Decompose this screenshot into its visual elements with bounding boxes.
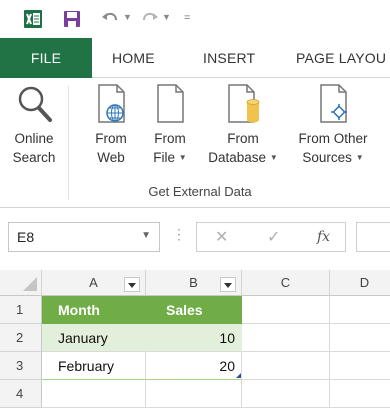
tab-file[interactable]: FILE xyxy=(0,38,92,78)
from-other-sources-label-1: From Other xyxy=(298,131,368,146)
table-resize-handle[interactable] xyxy=(236,373,241,378)
ribbon-panel: Online Search From Web From File ▼ From … xyxy=(0,78,390,208)
web-page-icon xyxy=(98,84,125,123)
from-file-label-2-wrap: File ▼ xyxy=(142,148,198,167)
cell-a4[interactable] xyxy=(42,380,146,408)
worksheet-grid: A B C D 1 2 3 4 Month Sales January 10 F… xyxy=(0,270,390,415)
redo-icon[interactable] xyxy=(140,8,160,28)
ribbon-group-label: Get External Data xyxy=(148,184,252,199)
table-cell-month[interactable]: January xyxy=(42,324,146,352)
name-box-dropdown-icon[interactable]: ▼ xyxy=(141,230,151,241)
table-header-month[interactable]: Month xyxy=(42,296,146,324)
database-icon xyxy=(228,84,260,123)
insert-function-button[interactable]: fx xyxy=(317,229,330,245)
online-search-label-1: Online xyxy=(14,131,54,146)
cell-d1[interactable] xyxy=(330,296,390,324)
file-icon xyxy=(157,84,184,123)
row-header-1[interactable]: 1 xyxy=(0,296,42,324)
redo-dropdown-icon[interactable]: ▼ xyxy=(162,12,171,22)
ribbon-separator xyxy=(68,86,69,200)
cell-c3[interactable] xyxy=(242,352,330,380)
ribbon-tabs: FILE HOME INSERT PAGE LAYOU xyxy=(0,38,390,78)
cell-d3[interactable] xyxy=(330,352,390,380)
quick-access-toolbar: ▼ ▼ = xyxy=(0,0,390,38)
table-cell-month[interactable]: February xyxy=(42,352,146,380)
chevron-down-icon: ▼ xyxy=(178,153,187,162)
table-cell-sales[interactable]: 20 xyxy=(146,352,242,380)
table-cell-sales[interactable]: 10 xyxy=(146,324,242,352)
from-web-label-2: Web xyxy=(97,150,125,165)
cell-c2[interactable] xyxy=(242,324,330,352)
enter-entry-button[interactable]: ✓ xyxy=(267,227,280,247)
save-icon[interactable] xyxy=(62,9,82,29)
row-header-2[interactable]: 2 xyxy=(0,324,42,352)
customize-toolbar-icon[interactable]: = xyxy=(184,12,190,24)
from-database-button[interactable]: From Database ▼ xyxy=(200,82,286,167)
from-web-label-1: From xyxy=(95,131,127,146)
table-header-sales[interactable]: Sales xyxy=(146,296,242,324)
from-database-label-2-wrap: Database ▼ xyxy=(200,148,286,167)
name-box[interactable]: E8 ▼ xyxy=(8,222,160,252)
column-header-c[interactable]: C xyxy=(242,270,330,296)
row-header-4[interactable]: 4 xyxy=(0,380,42,408)
chevron-down-icon: ▼ xyxy=(269,153,278,162)
tab-page-layout[interactable]: PAGE LAYOU xyxy=(296,50,386,66)
row-header-3[interactable]: 3 xyxy=(0,352,42,380)
name-box-value: E8 xyxy=(17,229,35,245)
from-database-label-2: Database xyxy=(208,150,267,165)
online-search-label-2: Search xyxy=(12,150,56,165)
from-database-label-1: From xyxy=(227,131,259,146)
select-all-button[interactable] xyxy=(0,270,42,296)
from-file-label-1: From xyxy=(154,131,186,146)
online-search-button[interactable]: Online Search xyxy=(8,82,60,167)
formula-bar-grip-icon[interactable]: ⋮ xyxy=(172,226,186,243)
cancel-entry-button[interactable]: ✕ xyxy=(215,227,228,247)
formula-buttons: ✕ ✓ fx xyxy=(196,222,346,252)
formula-bar: E8 ▼ ⋮ ✕ ✓ fx xyxy=(0,208,390,268)
cell-b4[interactable] xyxy=(146,380,242,408)
cell-d2[interactable] xyxy=(330,324,390,352)
from-other-sources-label-2: Sources xyxy=(302,150,352,165)
magnifier-icon xyxy=(18,86,52,122)
from-other-sources-label-2-wrap: Sources ▼ xyxy=(286,148,380,167)
tab-home[interactable]: HOME xyxy=(112,50,155,66)
formula-input[interactable] xyxy=(356,222,390,252)
cell-c1[interactable] xyxy=(242,296,330,324)
from-file-label-2: File xyxy=(153,150,176,165)
from-other-sources-button[interactable]: From Other Sources ▼ xyxy=(286,82,380,167)
select-all-triangle-icon xyxy=(23,277,37,291)
undo-dropdown-icon[interactable]: ▼ xyxy=(123,12,132,22)
other-sources-icon xyxy=(320,84,347,123)
chevron-down-icon: ▼ xyxy=(355,153,364,162)
filter-dropdown-icon[interactable] xyxy=(124,277,140,292)
filter-dropdown-icon[interactable] xyxy=(220,277,236,292)
cell-c4[interactable] xyxy=(242,380,330,408)
excel-logo-icon xyxy=(24,10,42,28)
undo-icon[interactable] xyxy=(100,8,120,28)
from-file-button[interactable]: From File ▼ xyxy=(142,82,198,167)
tab-insert[interactable]: INSERT xyxy=(203,50,255,66)
column-header-d[interactable]: D xyxy=(330,270,390,296)
cell-d4[interactable] xyxy=(330,380,390,408)
from-web-button[interactable]: From Web xyxy=(80,82,142,167)
